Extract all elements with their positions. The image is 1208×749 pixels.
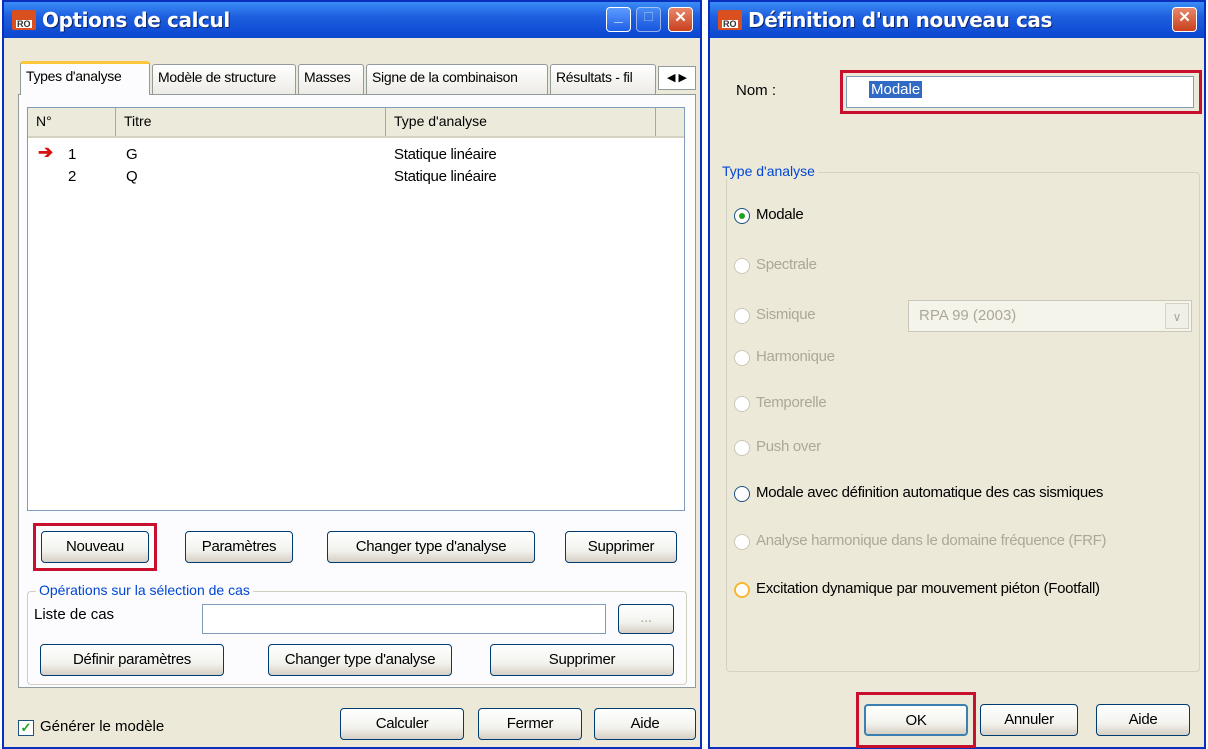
table-row[interactable]: 2 Q Statique linéaire — [28, 166, 684, 188]
seismic-code-select: RPA 99 (2003) ∨ — [908, 300, 1192, 332]
maximize-icon: □ — [636, 7, 661, 32]
highlight-name-input — [840, 70, 1202, 114]
case-number: 1 — [68, 146, 77, 163]
column-header-type[interactable]: Type d'analyse — [386, 108, 656, 136]
label-seismic: Sismique — [756, 306, 816, 323]
app-icon: RO — [12, 10, 36, 30]
radio-footfall[interactable] — [734, 582, 750, 598]
list-header: N° Titre Type d'analyse — [28, 108, 684, 138]
chevron-right-icon[interactable]: ▶ — [679, 72, 687, 84]
tab-types-analyse[interactable]: Types d'analyse — [20, 61, 150, 95]
right-titlebar[interactable]: RO Définition d'un nouveau cas ✕ — [710, 2, 1204, 38]
label-harmonic: Harmonique — [756, 348, 835, 365]
case-list-label: Liste de cas — [34, 606, 115, 623]
radio-harmonic-frf — [734, 534, 750, 550]
analysis-cases-list[interactable]: N° Titre Type d'analyse ➔ 1 G Statique l… — [27, 107, 685, 511]
seismic-code-value: RPA 99 (2003) — [919, 307, 1017, 324]
app-icon: RO — [718, 10, 742, 30]
operations-group: Opérations sur la sélection de cas Liste… — [27, 582, 687, 685]
highlight-new-button — [33, 523, 157, 571]
tab-modele-structure[interactable]: Modèle de structure — [152, 64, 296, 94]
tab-panel: N° Titre Type d'analyse ➔ 1 G Statique l… — [18, 94, 696, 688]
define-params-button[interactable]: Définir paramètres — [40, 644, 224, 676]
generate-model-label: Générer le modèle — [40, 718, 165, 735]
close-button[interactable]: Fermer — [478, 708, 582, 740]
radio-modal[interactable] — [734, 208, 750, 224]
analysis-type-group: Type d'analyse — [719, 163, 1200, 672]
name-label: Nom : — [736, 82, 777, 99]
change-type-button[interactable]: Changer type d'analyse — [327, 531, 535, 563]
dialog-help-button[interactable]: Aide — [1096, 704, 1190, 736]
close-icon[interactable]: ✕ — [668, 7, 693, 32]
tab-scroll-arrows[interactable]: ◀ ▶ — [658, 66, 696, 90]
label-harmonic-frf: Analyse harmonique dans le domaine fréqu… — [756, 532, 1107, 549]
radio-pushover — [734, 440, 750, 456]
radio-seismic — [734, 308, 750, 324]
delete-selection-button[interactable]: Supprimer — [490, 644, 674, 676]
case-type: Statique linéaire — [394, 146, 497, 163]
column-header-title[interactable]: Titre — [116, 108, 386, 136]
label-footfall: Excitation dynamique par mouvement piéto… — [756, 580, 1100, 597]
tab-masses[interactable]: Masses — [298, 64, 364, 94]
dialog-title: Définition d'un nouveau cas — [748, 8, 1053, 32]
operations-legend: Opérations sur la sélection de cas — [36, 582, 253, 598]
case-title: Q — [126, 168, 138, 185]
tab-strip: Types d'analyse Modèle de structure Mass… — [20, 61, 700, 95]
label-temporal: Temporelle — [756, 394, 827, 411]
options-calcul-window: RO Options de calcul _ □ ✕ Types d'analy… — [2, 0, 702, 749]
case-type: Statique linéaire — [394, 168, 497, 185]
close-icon[interactable]: ✕ — [1172, 7, 1197, 32]
label-modal: Modale — [756, 206, 804, 223]
table-row[interactable]: ➔ 1 G Statique linéaire — [28, 142, 684, 166]
chevron-down-icon: ∨ — [1165, 303, 1189, 329]
parameters-button[interactable]: Paramètres — [185, 531, 293, 563]
left-titlebar[interactable]: RO Options de calcul _ □ ✕ — [4, 2, 700, 38]
column-header-num[interactable]: N° — [28, 108, 116, 136]
radio-modal-auto[interactable] — [734, 486, 750, 502]
radio-harmonic — [734, 350, 750, 366]
radio-temporal — [734, 396, 750, 412]
label-spectral: Spectrale — [756, 256, 817, 273]
new-case-dialog: RO Définition d'un nouveau cas ✕ Nom : M… — [708, 0, 1206, 749]
current-case-arrow-icon: ➔ — [38, 142, 54, 162]
tab-signe-combinaison[interactable]: Signe de la combinaison — [366, 64, 548, 94]
case-list-input[interactable] — [202, 604, 606, 634]
chevron-left-icon[interactable]: ◀ — [667, 72, 675, 84]
calculate-button[interactable]: Calculer — [340, 708, 464, 740]
case-title: G — [126, 146, 138, 163]
tab-resultats[interactable]: Résultats - fil — [550, 64, 656, 94]
browse-button[interactable]: ... — [618, 604, 674, 634]
radio-spectral — [734, 258, 750, 274]
generate-model-checkbox[interactable]: ✓ — [18, 720, 34, 736]
label-pushover: Push over — [756, 438, 821, 455]
analysis-type-legend: Type d'analyse — [719, 163, 818, 179]
highlight-ok-button — [856, 692, 976, 748]
delete-button[interactable]: Supprimer — [565, 531, 677, 563]
change-type-selection-button[interactable]: Changer type d'analyse — [268, 644, 452, 676]
cancel-button[interactable]: Annuler — [980, 704, 1078, 736]
help-button[interactable]: Aide — [594, 708, 696, 740]
window-title: Options de calcul — [42, 8, 230, 32]
label-modal-auto: Modale avec définition automatique des c… — [756, 484, 1104, 501]
minimize-icon[interactable]: _ — [606, 7, 631, 32]
case-number: 2 — [68, 168, 77, 185]
